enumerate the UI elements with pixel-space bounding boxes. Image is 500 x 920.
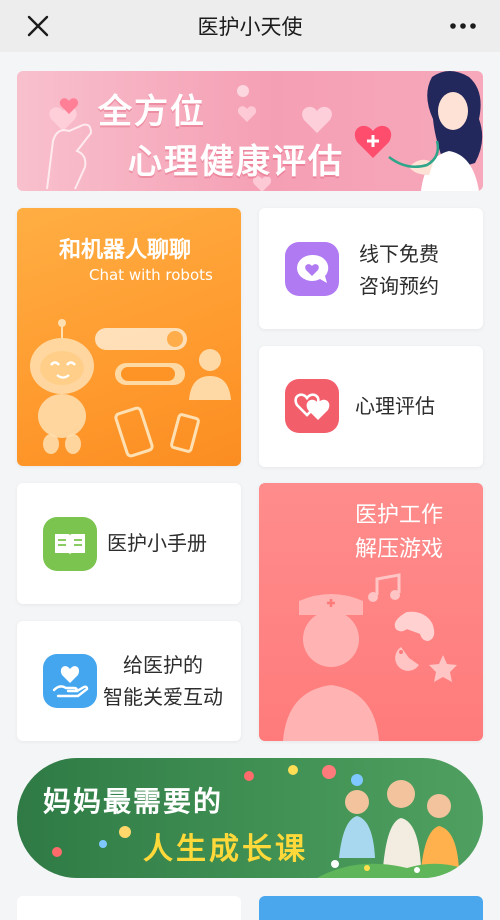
hearts-icon <box>285 379 339 433</box>
care-line1: 给医护的 <box>123 653 203 677</box>
handbook-title: 医护小手册 <box>107 531 207 555</box>
evaluation-title: 心理评估 <box>355 394 435 418</box>
chat-heart-icon <box>285 242 339 296</box>
free-consult-line2: 咨询预约 <box>359 274 439 298</box>
care-line2: 智能关爱互动 <box>103 685 223 709</box>
bottom-banner-line1: 妈妈最需要的 <box>43 785 224 818</box>
free-offline-consultation-card[interactable]: 线下免费 咨询预约 <box>259 208 483 329</box>
book-icon <box>43 517 97 571</box>
bottom-banner-line2: 人生成长课 <box>143 832 308 867</box>
robot-card-title: 和机器人聊聊 <box>59 238 192 263</box>
robot-illustration <box>30 319 231 458</box>
free-consult-line1: 线下免费 <box>359 242 439 266</box>
chat-with-robots-card[interactable]: 和机器人聊聊 Chat with robots <box>17 208 241 466</box>
game-line2: 解压游戏 <box>355 537 444 562</box>
next-card-left[interactable] <box>17 896 241 920</box>
page-title: 医护小天使 <box>197 15 303 39</box>
game-line1: 医护工作 <box>355 503 444 528</box>
more-options-icon[interactable] <box>448 14 478 38</box>
game-illustration <box>283 573 457 741</box>
mental-health-assessment-banner[interactable]: 全方位 心理健康评估 <box>17 71 483 191</box>
care-interaction-card[interactable]: 给医护的 智能关爱互动 <box>17 621 241 741</box>
banner-title-line1: 全方位 <box>98 92 206 132</box>
medical-handbook-card[interactable]: 医护小手册 <box>17 483 241 604</box>
hand-heart-icon <box>43 654 97 708</box>
close-icon[interactable] <box>24 12 52 40</box>
banner-title-line2: 心理健康评估 <box>128 142 344 182</box>
navigation-bar: 医护小天使 <box>0 0 500 52</box>
stress-relief-game-card[interactable]: 医护工作 解压游戏 <box>259 483 483 741</box>
robot-card-subtitle: Chat with robots <box>89 266 213 284</box>
mom-growth-course-banner[interactable]: 妈妈最需要的 人生成长课 <box>17 758 483 878</box>
next-card-right[interactable] <box>259 896 483 920</box>
psychological-evaluation-card[interactable]: 心理评估 <box>259 346 483 467</box>
